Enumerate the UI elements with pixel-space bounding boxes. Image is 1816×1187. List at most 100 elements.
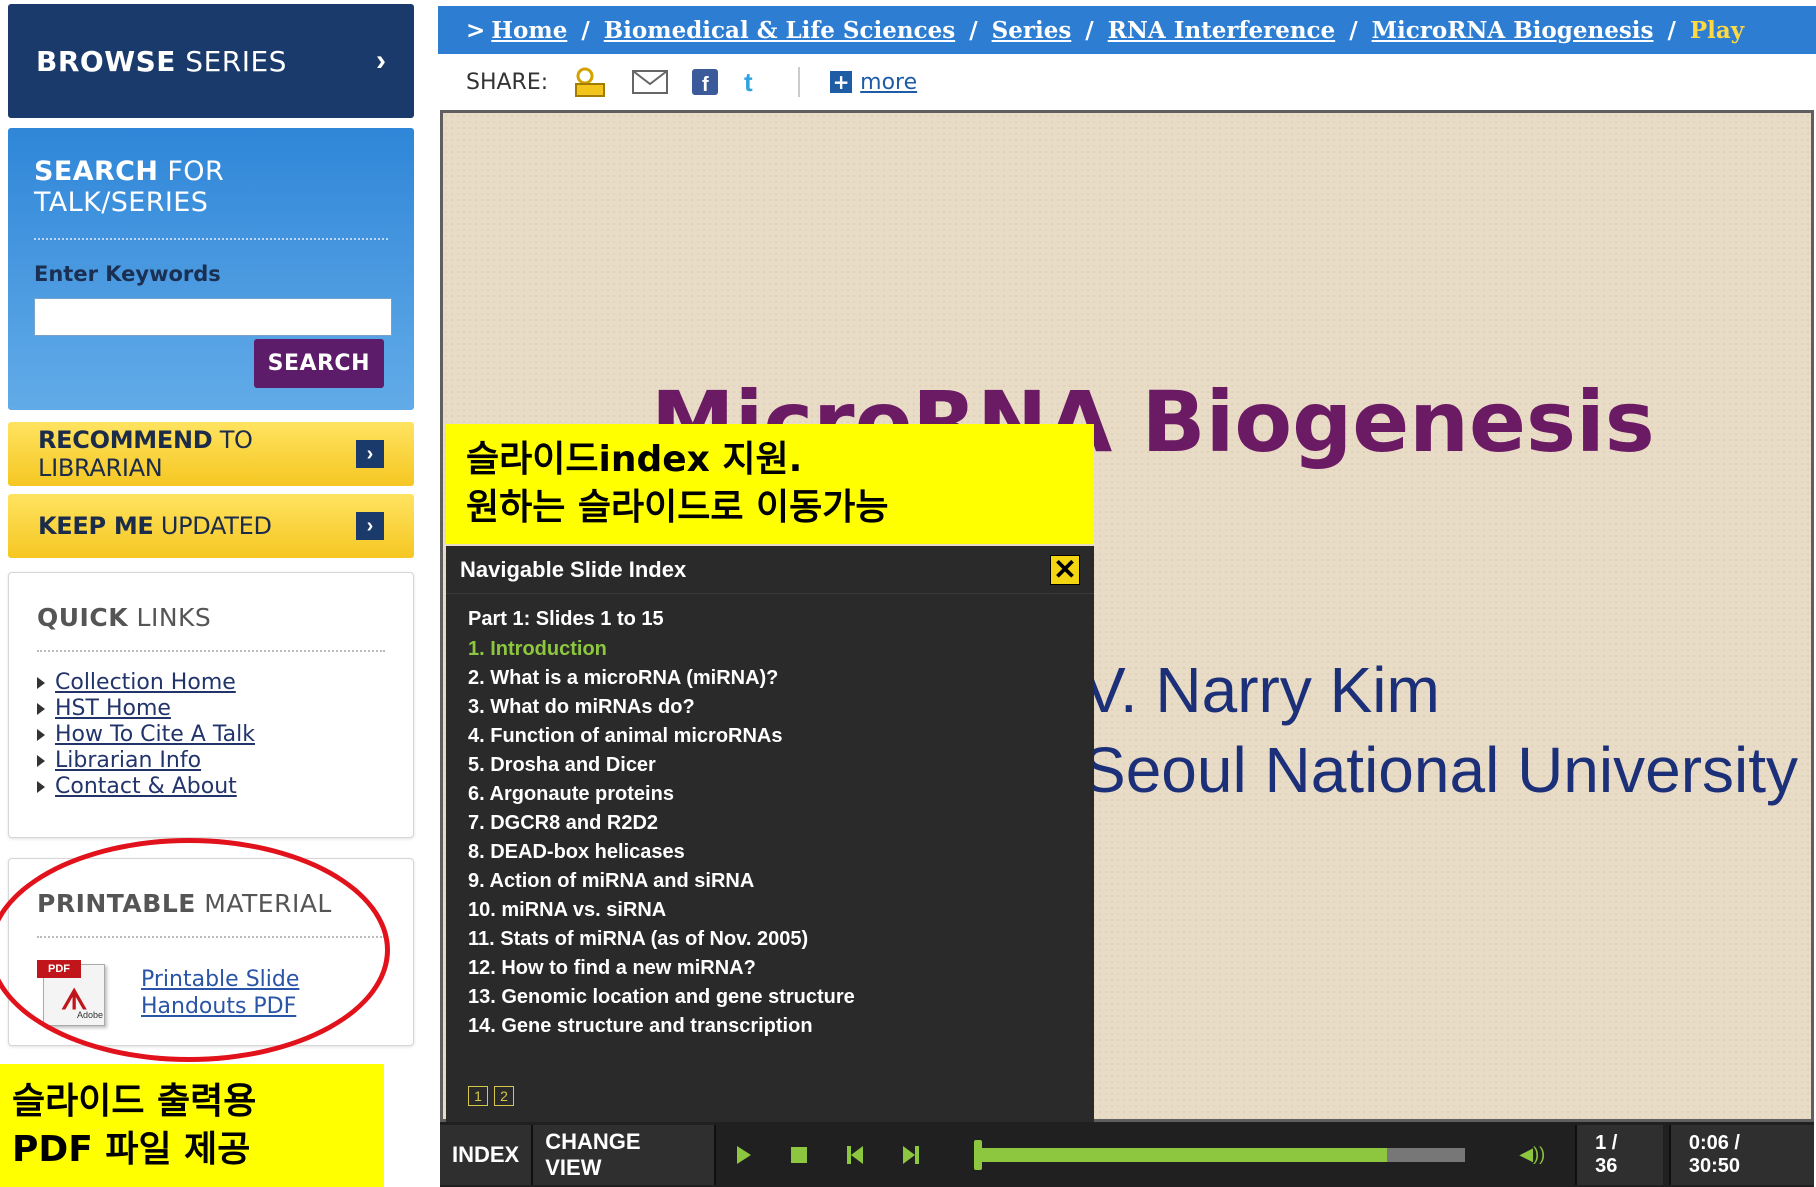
pager-page-1[interactable]: 1 <box>468 1086 488 1106</box>
next-slide-icon[interactable] <box>883 1125 939 1185</box>
arrow-right-icon: › <box>356 440 384 468</box>
link-collection-home[interactable]: Collection Home <box>55 670 236 695</box>
chevron-right-icon: › <box>376 44 386 77</box>
play-icon[interactable] <box>716 1125 772 1185</box>
recommend-label: RECOMMEND TO LIBRARIAN <box>38 426 253 482</box>
slide-index-part: Part 1: Slides 1 to 15 <box>468 608 664 630</box>
slide-index-item[interactable]: 12. How to find a new miRNA? <box>468 954 1072 983</box>
slide-index-item[interactable]: 1. Introduction <box>468 635 1072 664</box>
annotation-line: 슬라이드index 지원. <box>466 439 803 480</box>
list-item: Collection Home <box>37 670 385 696</box>
slide-index-item[interactable]: 3. What do miRNAs do? <box>468 693 1072 722</box>
recommend-to-librarian-button[interactable]: RECOMMEND TO LIBRARIAN › <box>8 422 414 486</box>
breadcrumb-separator: / <box>581 16 590 44</box>
share-divider <box>798 67 801 97</box>
slide-index-list: 1. Introduction 2. What is a microRNA (m… <box>446 635 1094 1041</box>
breadcrumb: > Home / Biomedical & Life Sciences / Se… <box>438 6 1816 54</box>
pager-page-2[interactable]: 2 <box>494 1086 514 1106</box>
breadcrumb-current: Play <box>1689 16 1745 44</box>
stop-icon[interactable] <box>772 1125 828 1185</box>
slide-index-item[interactable]: 9. Action of miRNA and siRNA <box>468 867 1072 896</box>
annotation-pdf-note: 슬라이드 출력용 PDF 파일 제공 <box>0 1064 384 1187</box>
slide-index-item[interactable]: 11. Stats of miRNA (as of Nov. 2005) <box>468 925 1072 954</box>
arrow-right-icon: › <box>356 512 384 540</box>
time-display: 0:06 / 30:50 <box>1668 1124 1814 1185</box>
share-email-people-icon[interactable] <box>572 66 608 98</box>
progress-handle[interactable] <box>974 1139 983 1170</box>
list-item: HST Home <box>37 696 385 722</box>
breadcrumb-biomedical[interactable]: Biomedical & Life Sciences <box>604 17 955 44</box>
slide-index-item[interactable]: 14. Gene structure and transcription <box>468 1012 1072 1041</box>
breadcrumb-home[interactable]: Home <box>491 17 567 44</box>
link-how-to-cite[interactable]: How To Cite A Talk <box>55 722 255 747</box>
slide-index-item[interactable]: 2. What is a microRNA (miRNA)? <box>468 664 1072 693</box>
slide-index-header: Navigable Slide Index ✕ <box>446 546 1094 594</box>
share-label: SHARE: <box>466 69 549 95</box>
slide-counter: 1 / 36 <box>1575 1124 1663 1185</box>
tri-shape <box>902 1145 915 1164</box>
link-librarian-info[interactable]: Librarian Info <box>55 748 201 773</box>
volume-icon[interactable]: ◀)) <box>1519 1144 1545 1165</box>
breadcrumb-separator: / <box>1667 16 1676 44</box>
breadcrumb-series[interactable]: Series <box>992 17 1072 44</box>
slide-index-item[interactable]: 7. DGCR8 and R2D2 <box>468 809 1072 838</box>
mail-icon[interactable] <box>632 70 669 94</box>
search-button[interactable]: SEARCH <box>253 339 384 388</box>
progress-bar[interactable] <box>974 1139 1466 1170</box>
browse-series-button[interactable]: BROWSE SERIES › <box>8 4 414 118</box>
bar-shape <box>914 1145 919 1164</box>
annotation-line: 슬라이드 출력용 <box>12 1081 257 1122</box>
svg-text:t: t <box>744 69 753 95</box>
keywords-input[interactable] <box>34 298 392 336</box>
breadcrumb-prefix: > <box>466 16 486 44</box>
slide-index-item[interactable]: 4. Function of animal microRNAs <box>468 722 1072 751</box>
close-icon[interactable]: ✕ <box>1050 554 1080 585</box>
slide-index-item[interactable]: 6. Argonaute proteins <box>468 780 1072 809</box>
prev-shape <box>847 1145 863 1164</box>
search-panel: SEARCH FOR TALK/SERIES Enter Keywords SE… <box>8 128 414 410</box>
progress-buffered <box>978 1147 1388 1162</box>
browse-series-label: BROWSE SERIES <box>36 44 287 78</box>
highlight-circle <box>0 838 390 1062</box>
keep-me-updated-button[interactable]: KEEP ME UPDATED › <box>8 494 414 558</box>
slide-index-item[interactable]: 13. Genomic location and gene structure <box>468 983 1072 1012</box>
previous-slide-icon[interactable] <box>827 1125 883 1185</box>
breadcrumb-microrna-biogenesis[interactable]: MicroRNA Biogenesis <box>1372 17 1654 44</box>
player-controls: INDEX CHANGE VIEW ◀)) 1 / 36 0:06 / 30:5… <box>440 1122 1814 1187</box>
list-item: Contact & About <box>37 774 385 800</box>
next-shape <box>902 1145 919 1164</box>
keywords-label: Enter Keywords <box>34 262 221 286</box>
index-button[interactable]: INDEX <box>440 1124 534 1185</box>
share-bar: SHARE: f t + more <box>438 56 1816 108</box>
keep-updated-label: KEEP ME UPDATED <box>38 512 272 540</box>
triangle-bullet-icon <box>37 729 45 741</box>
quick-links-list: Collection Home HST Home How To Cite A T… <box>37 670 385 800</box>
plus-icon[interactable]: + <box>830 70 853 94</box>
annotation-line: PDF 파일 제공 <box>12 1129 251 1170</box>
slide-affiliation: Seoul National University <box>1083 734 1798 806</box>
slide-index-item[interactable]: 5. Drosha and Dicer <box>468 751 1072 780</box>
slide-author: V. Narry Kim <box>1083 654 1440 726</box>
stop-shape <box>791 1146 808 1163</box>
play-shape <box>736 1145 751 1164</box>
annotation-index-note: 슬라이드index 지원. 원하는 슬라이드로 이동가능 <box>446 424 1094 544</box>
breadcrumb-separator: / <box>1085 16 1094 44</box>
search-title: SEARCH FOR TALK/SERIES <box>34 156 388 240</box>
link-hst-home[interactable]: HST Home <box>55 696 171 721</box>
slide-index-item[interactable]: 10. miRNA vs. siRNA <box>468 896 1072 925</box>
quick-links-title: QUICK LINKS <box>37 603 385 652</box>
facebook-icon[interactable]: f <box>692 69 719 95</box>
slide-index-panel: Navigable Slide Index ✕ Part 1: Slides 1… <box>446 546 1094 1122</box>
breadcrumb-rna-interference[interactable]: RNA Interference <box>1108 17 1335 44</box>
triangle-bullet-icon <box>37 677 45 689</box>
twitter-icon[interactable]: t <box>742 69 764 95</box>
slide-index-item[interactable]: 8. DEAD-box helicases <box>468 838 1072 867</box>
triangle-bullet-icon <box>37 781 45 793</box>
list-item: How To Cite A Talk <box>37 722 385 748</box>
link-contact-about[interactable]: Contact & About <box>55 774 237 799</box>
triangle-bullet-icon <box>37 755 45 767</box>
slide-index-pager: 1 2 <box>468 1086 520 1106</box>
triangle-bullet-icon <box>37 703 45 715</box>
change-view-button[interactable]: CHANGE VIEW <box>533 1124 716 1185</box>
share-more-link[interactable]: more <box>860 70 917 95</box>
